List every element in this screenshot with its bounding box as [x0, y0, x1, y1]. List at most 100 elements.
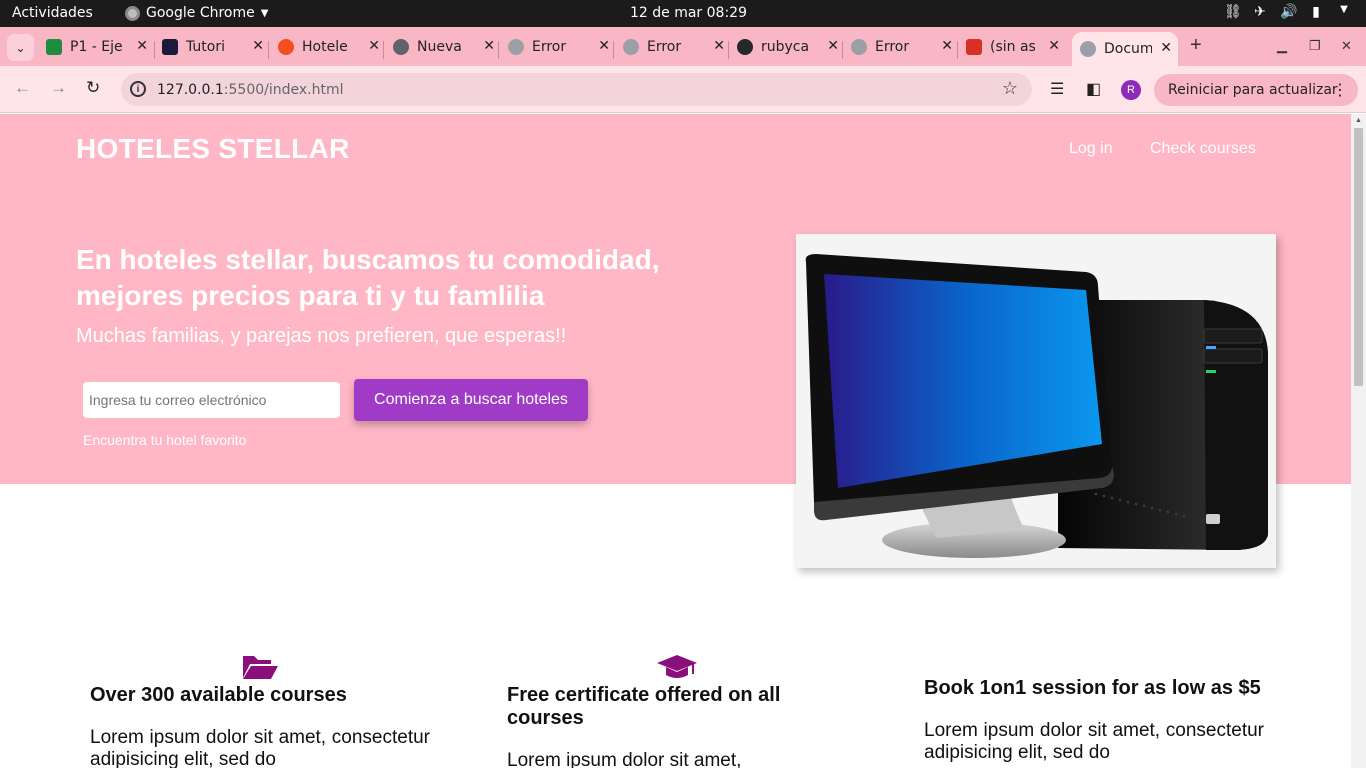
- tab-title: Nueva: [417, 39, 462, 55]
- reload-button[interactable]: ↻: [86, 78, 100, 98]
- tab-title: rubyca: [761, 39, 810, 55]
- close-icon[interactable]: ✕: [368, 38, 380, 54]
- close-icon[interactable]: ✕: [941, 38, 953, 54]
- url-path: :5500/index.html: [223, 82, 344, 98]
- globe-icon: [851, 39, 867, 55]
- close-icon[interactable]: ✕: [713, 38, 725, 54]
- battery-icon: ▮: [1312, 4, 1320, 20]
- chevron-down-icon: ▼: [1340, 4, 1348, 15]
- computer-image: [796, 234, 1276, 568]
- feature-text: Lorem ipsum dolor sit amet, consectetur …: [90, 727, 430, 768]
- tab-item[interactable]: Error ✕: [508, 32, 616, 62]
- scroll-up-icon[interactable]: ▲: [1355, 117, 1362, 124]
- hero-headline: En hoteles stellar, buscamos tu comodida…: [76, 244, 660, 311]
- tab-title: Error: [647, 39, 682, 55]
- search-hotels-button[interactable]: Comienza a buscar hoteles: [354, 379, 588, 421]
- feature-card: Book 1on1 session for as low as $5 Lorem…: [924, 677, 1264, 764]
- tab-active[interactable]: Docum ✕: [1072, 32, 1178, 66]
- tab-title: Hotele: [302, 39, 348, 55]
- minimize-button[interactable]: ▁: [1277, 38, 1287, 54]
- close-icon[interactable]: ✕: [483, 38, 495, 54]
- network-icon: ⛓: [1224, 4, 1242, 20]
- nav-check-courses[interactable]: Check courses: [1150, 140, 1256, 158]
- desktop-computer-illustration: [805, 254, 1268, 558]
- restore-button[interactable]: ❐: [1309, 38, 1321, 54]
- activities-button[interactable]: Actividades: [12, 5, 93, 21]
- chevron-down-icon: ▼: [260, 7, 269, 19]
- more-menu-icon[interactable]: ⋮: [1332, 80, 1348, 99]
- github-icon: [737, 39, 753, 55]
- feature-title: Free certificate offered on all courses: [507, 684, 781, 729]
- graduation-cap-icon: [657, 655, 697, 678]
- tab-item[interactable]: P1 - Eje ✕: [46, 32, 154, 62]
- volume-icon: 🔊: [1280, 4, 1298, 20]
- restart-update-button[interactable]: Reiniciar para actualizar ⋮: [1154, 74, 1358, 106]
- address-bar[interactable]: i 127.0.0.1:5500/index.html ☆: [121, 73, 1032, 106]
- clock[interactable]: 12 de mar 08:29: [630, 5, 747, 21]
- globe-icon: [623, 39, 639, 55]
- close-icon[interactable]: ✕: [598, 38, 610, 54]
- tab-item[interactable]: Nueva ✕: [393, 32, 501, 62]
- close-icon[interactable]: ✕: [136, 38, 148, 54]
- angular-icon: [162, 39, 178, 55]
- tab-item[interactable]: Error ✕: [623, 32, 731, 62]
- globe-icon: [508, 39, 524, 55]
- app-name: Google Chrome: [146, 5, 255, 21]
- app-menu[interactable]: Google Chrome ▼: [125, 5, 268, 21]
- tab-search-button[interactable]: ⌄: [7, 34, 34, 61]
- back-button[interactable]: ←: [14, 78, 31, 98]
- new-tab-button[interactable]: +: [1190, 34, 1202, 57]
- forward-button[interactable]: →: [50, 78, 67, 98]
- gmail-icon: [966, 39, 982, 55]
- nav-log-in[interactable]: Log in: [1069, 140, 1113, 158]
- feature-text: Lorem ipsum dolor sit amet,: [507, 750, 742, 768]
- hero-subheadline: Muchas familias, y parejas nos prefieren…: [76, 325, 567, 347]
- tab-title: P1 - Eje: [70, 39, 123, 55]
- system-top-bar: Actividades Google Chrome ▼ 12 de mar 08…: [0, 0, 1366, 27]
- scrollbar-thumb[interactable]: [1354, 128, 1363, 386]
- email-input[interactable]: [83, 382, 340, 418]
- tab-strip: ⌄ P1 - Eje ✕ Tutori ✕ Hotele ✕ Nueva ✕ E…: [0, 27, 1366, 66]
- site-info-icon[interactable]: i: [130, 81, 146, 97]
- globe-icon: [1080, 41, 1096, 57]
- folder-open-icon: [243, 656, 278, 679]
- close-window-button[interactable]: ✕: [1341, 38, 1352, 54]
- profile-avatar[interactable]: R: [1121, 80, 1141, 100]
- close-icon[interactable]: ✕: [252, 38, 264, 54]
- media-controls-icon[interactable]: ☰: [1050, 79, 1064, 99]
- feature-title: Book 1on1 session for as low as $5: [924, 677, 1261, 699]
- tab-item[interactable]: rubyca ✕: [737, 32, 845, 62]
- hero-hint: Encuentra tu hotel favorito: [83, 432, 247, 448]
- chevron-down-icon: ⌄: [15, 40, 26, 55]
- feature-title: Over 300 available courses: [90, 684, 347, 706]
- sheets-icon: [46, 39, 62, 55]
- airplane-icon: ✈: [1254, 4, 1266, 20]
- tab-title: Tutori: [186, 39, 225, 55]
- url-text: 127.0.0.1:5500/index.html: [157, 82, 344, 98]
- brand-logo[interactable]: HOTELES STELLAR: [76, 133, 350, 165]
- tab-title: Error: [532, 39, 567, 55]
- page-scrollbar[interactable]: ▲: [1351, 114, 1366, 768]
- tab-item[interactable]: (sin as ✕: [966, 32, 1066, 62]
- feature-card: Over 300 available courses Lorem ipsum d…: [90, 654, 430, 768]
- feature-card: Free certificate offered on all courses …: [507, 654, 847, 768]
- restart-label: Reiniciar para actualizar: [1168, 82, 1338, 98]
- close-icon[interactable]: ✕: [1048, 38, 1060, 54]
- side-panel-icon[interactable]: ◧: [1086, 79, 1101, 99]
- tab-title: Error: [875, 39, 910, 55]
- tab-item[interactable]: Error ✕: [851, 32, 959, 62]
- chrome-icon: [125, 5, 140, 21]
- close-icon[interactable]: ✕: [1160, 40, 1172, 56]
- figma-icon: [278, 39, 294, 55]
- page-viewport: HOTELES STELLAR Log in Check courses En …: [0, 114, 1351, 768]
- tab-title: Docum: [1104, 41, 1152, 57]
- feature-text: Lorem ipsum dolor sit amet, consectetur …: [924, 720, 1264, 763]
- close-icon[interactable]: ✕: [827, 38, 839, 54]
- chrome-icon: [393, 39, 409, 55]
- system-tray[interactable]: ⛓ ✈ 🔊 ▮ ▼: [1224, 4, 1352, 20]
- tab-title: (sin as: [990, 39, 1036, 55]
- url-host: 127.0.0.1: [157, 82, 224, 98]
- bookmark-star-icon[interactable]: ☆: [1002, 78, 1018, 99]
- tab-item[interactable]: Tutori ✕: [162, 32, 270, 62]
- tab-item[interactable]: Hotele ✕: [278, 32, 386, 62]
